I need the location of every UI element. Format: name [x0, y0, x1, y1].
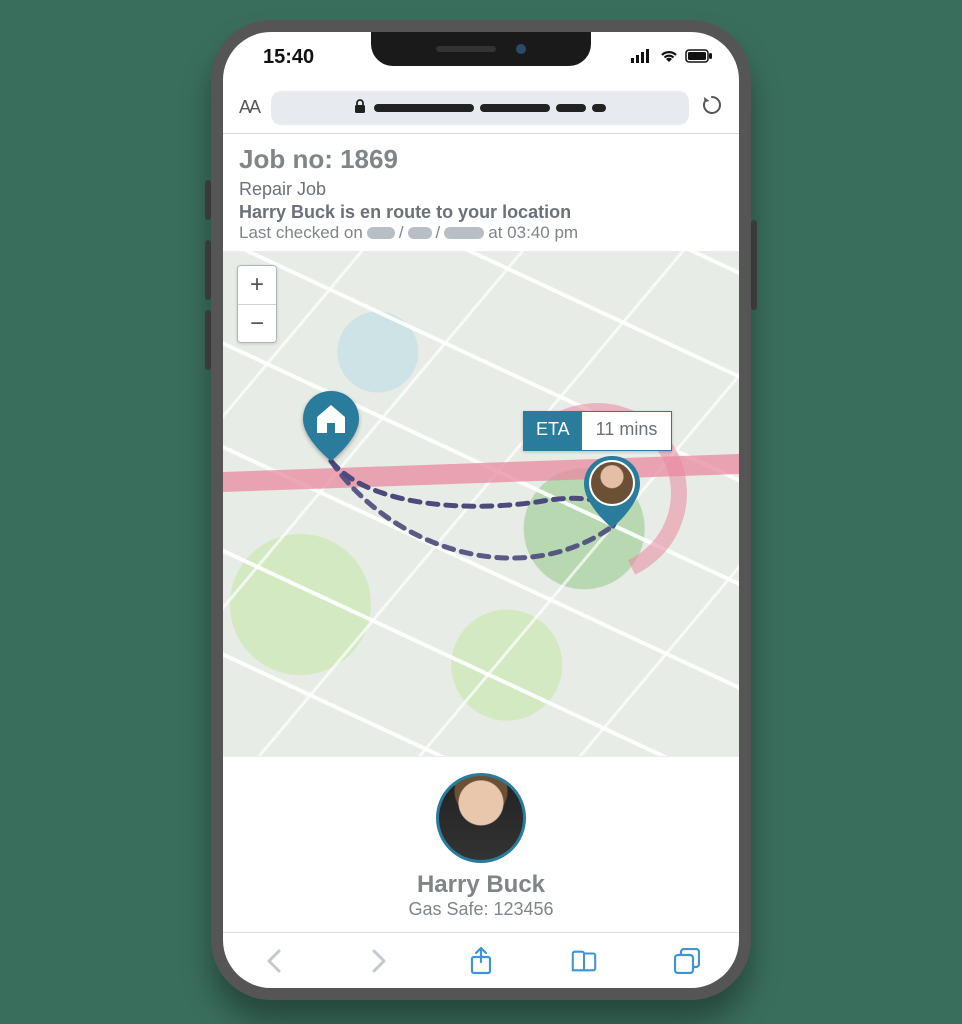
- phone-notch: [371, 32, 591, 66]
- reload-button[interactable]: [701, 94, 723, 122]
- map-view[interactable]: + − ETA 11 mins: [223, 251, 739, 756]
- technician-card: Harry Buck Gas Safe: 123456: [223, 756, 739, 932]
- browser-bar: AA: [223, 82, 739, 134]
- zoom-in-button[interactable]: +: [238, 266, 276, 304]
- technician-avatar: [436, 773, 526, 863]
- url-redacted: [374, 104, 606, 112]
- wifi-icon: [659, 46, 679, 69]
- status-time: 15:40: [263, 46, 314, 69]
- device-frame: 15:40 AA: [211, 20, 751, 1000]
- back-button[interactable]: [261, 947, 289, 975]
- date-redacted: [444, 227, 484, 239]
- destination-pin[interactable]: [303, 391, 359, 461]
- bookmarks-button[interactable]: [570, 947, 598, 975]
- job-number: Job no: 1869: [239, 144, 723, 175]
- battery-icon: [685, 46, 713, 69]
- date-redacted: [408, 227, 432, 239]
- technician-name: Harry Buck: [223, 871, 739, 899]
- technician-avatar-small: [589, 460, 635, 506]
- forward-button[interactable]: [364, 947, 392, 975]
- last-checked: Last checked on / / at 03:40 pm: [239, 223, 723, 243]
- date-redacted: [367, 227, 395, 239]
- job-header: Job no: 1869 Repair Job Harry Buck is en…: [223, 134, 739, 251]
- browser-toolbar: [223, 932, 739, 988]
- eta-badge: ETA 11 mins: [523, 411, 672, 451]
- text-size-button[interactable]: AA: [239, 97, 259, 118]
- address-bar[interactable]: [271, 91, 689, 125]
- phone-button-power: [751, 220, 757, 310]
- last-checked-time: at 03:40 pm: [488, 223, 578, 243]
- job-type: Repair Job: [239, 179, 723, 200]
- signal-icon: [631, 46, 653, 69]
- lock-icon: [354, 99, 366, 116]
- share-button[interactable]: [467, 947, 495, 975]
- technician-pin[interactable]: [583, 456, 641, 528]
- job-status: Harry Buck is en route to your location: [239, 202, 723, 223]
- eta-value: 11 mins: [582, 412, 672, 450]
- zoom-control: + −: [237, 265, 277, 343]
- last-checked-prefix: Last checked on: [239, 223, 363, 243]
- technician-credential: Gas Safe: 123456: [223, 899, 739, 920]
- tabs-button[interactable]: [673, 947, 701, 975]
- eta-label: ETA: [524, 412, 582, 450]
- zoom-out-button[interactable]: −: [238, 304, 276, 342]
